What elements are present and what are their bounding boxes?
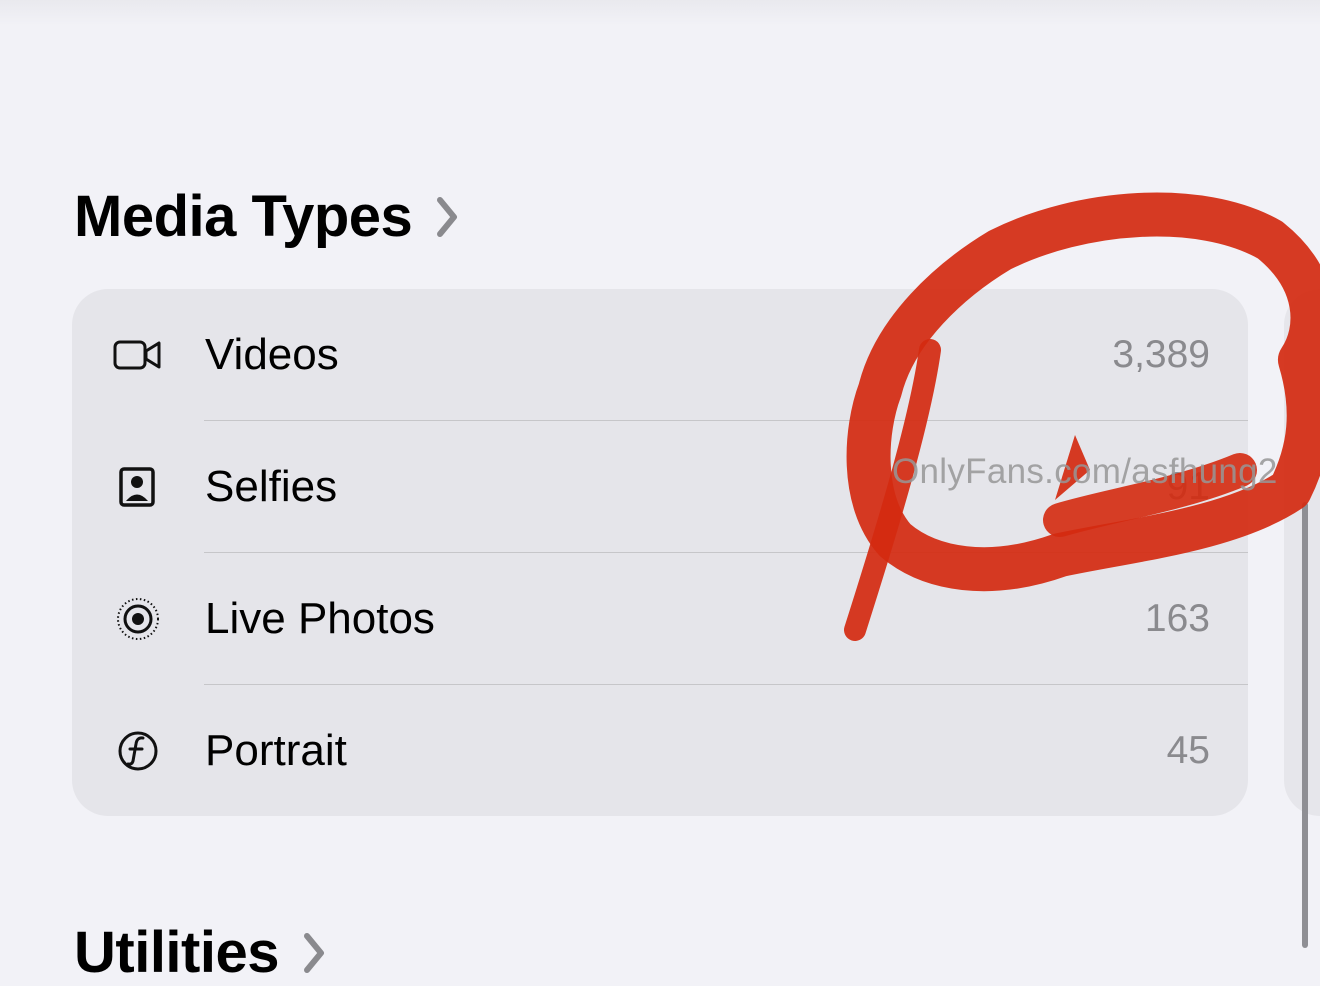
media-types-title: Media Types: [74, 184, 413, 249]
scroll-indicator[interactable]: [1302, 502, 1308, 948]
media-row-label: Videos: [205, 330, 339, 379]
watermark-text: OnlyFans.com/asfhung2: [892, 452, 1278, 491]
media-types-header[interactable]: Media Types: [74, 184, 462, 250]
media-row-count: 163: [1144, 597, 1210, 640]
live-photo-icon: [117, 598, 159, 640]
media-row-label: Selfies: [205, 462, 338, 511]
media-row-count: 45: [1166, 729, 1210, 772]
video-camera-icon: [113, 340, 161, 370]
chevron-right-icon: [437, 197, 458, 237]
utilities-title: Utilities: [74, 920, 280, 985]
media-row-label: Portrait: [205, 726, 347, 775]
top-fade: [0, 0, 1320, 26]
chevron-right-icon: [304, 933, 324, 973]
media-row-live-photos[interactable]: Live Photos 163: [72, 553, 1248, 685]
f-aperture-icon: [118, 731, 158, 771]
media-row-count: 3,389: [1112, 333, 1210, 376]
media-row-label: Live Photos: [205, 594, 435, 643]
utilities-header[interactable]: Utilities: [74, 920, 329, 986]
portrait-selfie-icon: [119, 467, 155, 507]
media-types-card: Videos 3,389 Selfies 91 Live Photos 163 …: [72, 289, 1248, 816]
media-row-videos[interactable]: Videos 3,389: [72, 289, 1248, 421]
media-row-portrait[interactable]: Portrait 45: [72, 685, 1248, 816]
